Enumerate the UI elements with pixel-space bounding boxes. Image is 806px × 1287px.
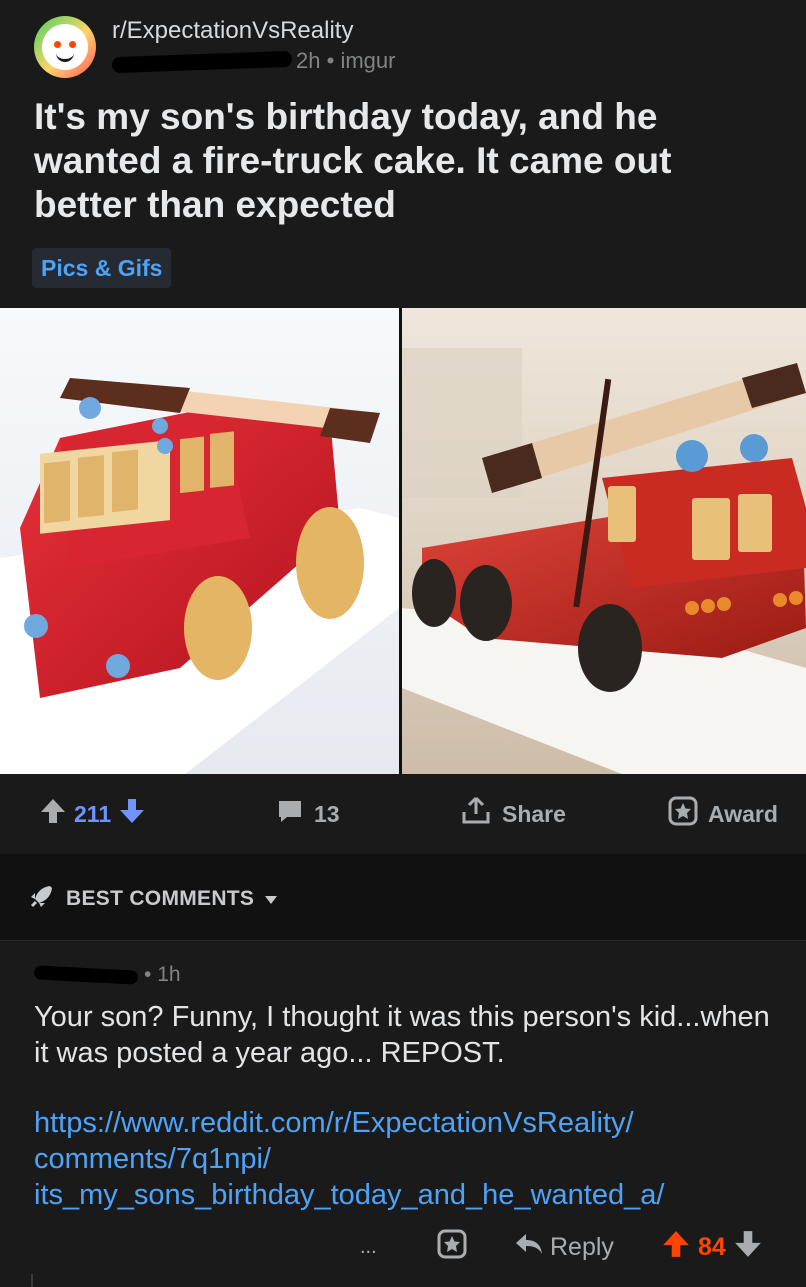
upvote-icon[interactable]: [40, 797, 66, 831]
reddit-snoo-icon: [42, 24, 88, 70]
downvote-icon[interactable]: [119, 797, 145, 831]
upvote-icon[interactable]: [662, 1229, 690, 1266]
award-label: Award: [708, 800, 778, 827]
vote-group: 211: [40, 774, 145, 854]
post-image[interactable]: [0, 308, 806, 774]
reply-icon: [514, 1231, 544, 1264]
award-button[interactable]: Award: [668, 774, 778, 854]
comment: • 1h Your son? Funny, I thought it was t…: [0, 941, 806, 1287]
comments-button[interactable]: 13: [276, 774, 340, 854]
redacted-comment-author[interactable]: [33, 965, 139, 986]
comment-age: 1h: [157, 963, 181, 986]
comment-separator: •: [144, 963, 152, 986]
comment-award-button[interactable]: [437, 1221, 467, 1273]
comment-meta: • 1h: [33, 963, 181, 987]
comment-link[interactable]: https://www.reddit.com/r/ExpectationVsRe…: [34, 1105, 794, 1213]
comments-header: BEST COMMENTS: [0, 854, 806, 941]
reality-cake-photo: [402, 308, 806, 774]
post-meta: 2h • imgur: [111, 48, 395, 74]
subreddit-name[interactable]: r/ExpectationVsReality: [112, 17, 353, 45]
post-header: r/ExpectationVsReality 2h • imgur It's m…: [0, 0, 806, 308]
subreddit-avatar[interactable]: [34, 16, 96, 78]
reply-button[interactable]: Reply: [514, 1221, 614, 1273]
more-icon[interactable]: ...: [360, 1221, 377, 1273]
post-action-bar: 211 13 Share Award: [0, 774, 806, 855]
comment-sort-selector[interactable]: BEST COMMENTS: [28, 882, 278, 916]
vote-count: 211: [74, 800, 112, 827]
comment-icon: [276, 797, 304, 831]
post-domain[interactable]: imgur: [340, 48, 395, 73]
rocket-icon: [28, 882, 56, 916]
award-icon: [668, 796, 698, 832]
share-label: Share: [502, 800, 566, 827]
post-title[interactable]: It's my son's birthday today, and he wan…: [34, 95, 774, 227]
comment-link-line[interactable]: its_my_sons_birthday_today_and_he_wanted…: [34, 1177, 794, 1213]
post-age: 2h: [296, 48, 321, 73]
meta-separator: •: [326, 48, 335, 73]
comment-link-line[interactable]: https://www.reddit.com/r/ExpectationVsRe…: [34, 1105, 794, 1141]
comment-link-line[interactable]: comments/7q1npi/: [34, 1141, 794, 1177]
share-button[interactable]: Share: [460, 774, 566, 854]
comment-score: 84: [698, 1232, 726, 1261]
comment-body: Your son? Funny, I thought it was this p…: [34, 1001, 770, 1069]
expectation-cake-photo: [0, 308, 399, 774]
comment-vote-group: 84: [662, 1221, 762, 1273]
sort-label: BEST COMMENTS: [66, 887, 255, 910]
thread-line: [31, 1274, 33, 1287]
share-icon: [460, 795, 492, 833]
downvote-icon[interactable]: [734, 1229, 762, 1266]
redacted-username: [111, 51, 293, 74]
comment-actions: ... Reply 84: [0, 1221, 806, 1273]
award-icon: [437, 1229, 467, 1266]
post-flair[interactable]: Pics & Gifs: [32, 248, 172, 288]
comment-count: 13: [314, 800, 340, 827]
reply-label: Reply: [550, 1232, 614, 1261]
caret-down-icon: [264, 887, 278, 911]
